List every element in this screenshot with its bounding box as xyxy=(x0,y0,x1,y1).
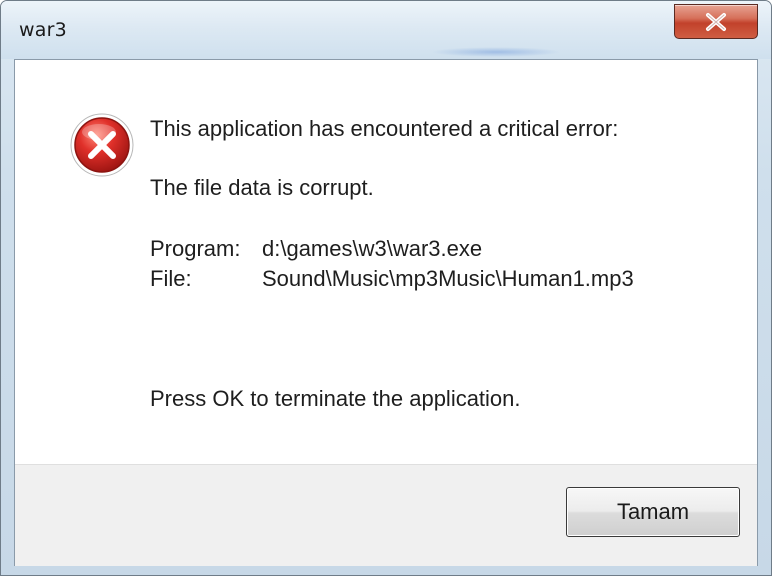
file-value: Sound\Music\mp3Music\Human1.mp3 xyxy=(262,266,634,291)
close-icon xyxy=(706,12,726,31)
dialog-client-area: This application has encountered a criti… xyxy=(14,59,758,566)
error-icon xyxy=(70,113,134,177)
error-heading: This application has encountered a criti… xyxy=(150,116,619,141)
program-value: d:\games\w3\war3.exe xyxy=(262,236,483,261)
close-button[interactable] xyxy=(674,4,758,39)
window-title: war3 xyxy=(19,19,67,41)
file-label: File: xyxy=(150,266,192,291)
title-bar[interactable]: war3 xyxy=(1,1,771,59)
error-detail: The file data is corrupt. xyxy=(150,175,374,200)
ok-button[interactable]: Tamam xyxy=(566,487,740,537)
terminate-instruction: Press OK to terminate the application. xyxy=(150,386,521,411)
title-bar-glow xyxy=(431,47,561,57)
program-label: Program: xyxy=(150,236,241,261)
dialog-window: war3 This application has encountered a … xyxy=(0,0,772,576)
